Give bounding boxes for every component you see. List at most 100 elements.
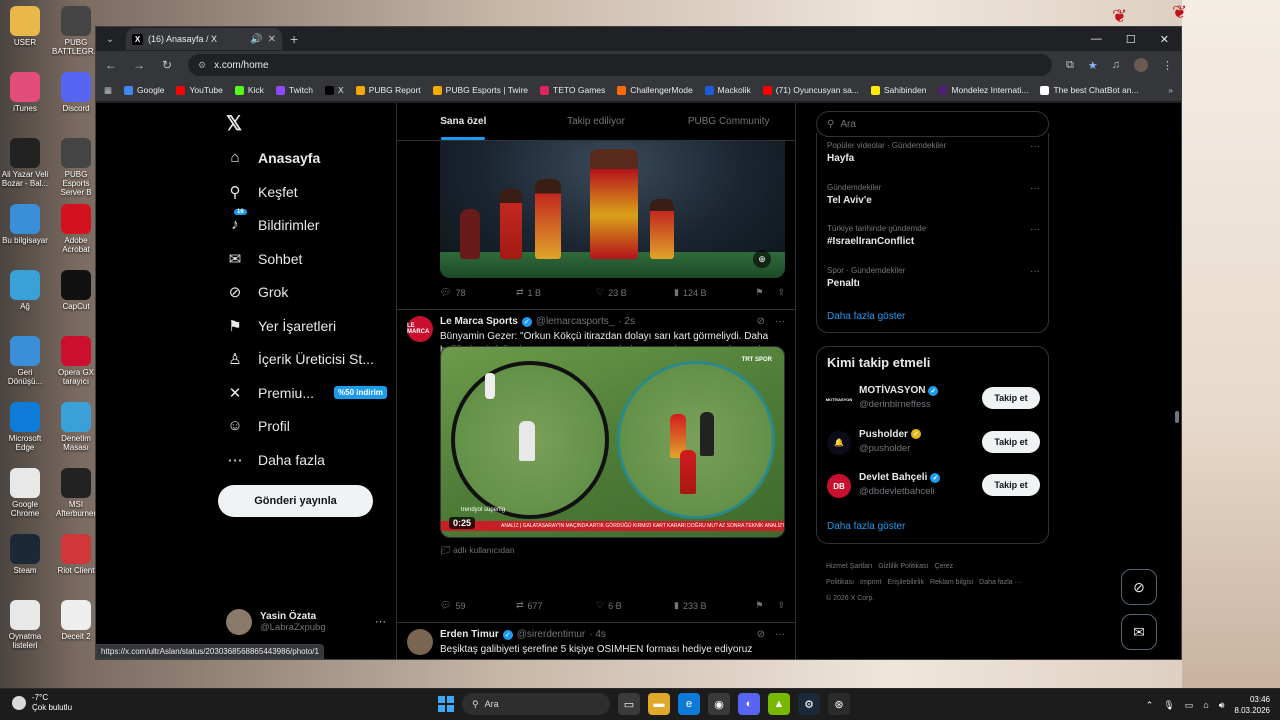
tweet-author-name[interactable]: Erden Timur bbox=[440, 629, 499, 640]
footer-link[interactable]: Reklam bilgisi bbox=[930, 579, 973, 586]
tab-x-home[interactable]: X (16) Anasayfa / X 🔊 ✕ bbox=[126, 28, 282, 50]
chevron-up-icon[interactable]: ⌃ bbox=[1146, 700, 1154, 711]
bookmark-item[interactable]: PUBG Report bbox=[355, 85, 421, 95]
weather-widget[interactable]: -7°C Çok bulutlu bbox=[12, 693, 72, 713]
desktop-icon[interactable]: Adobe Acrobat bbox=[52, 204, 100, 254]
desktop-icon[interactable]: Discord bbox=[52, 72, 100, 113]
footer-link[interactable]: Gizlilik Politikası bbox=[878, 563, 928, 570]
forward-button[interactable]: → bbox=[132, 58, 146, 72]
task-view-icon[interactable]: ▭ bbox=[618, 693, 640, 715]
bookmarks-overflow-icon[interactable]: » bbox=[1168, 85, 1173, 95]
nav-item-1[interactable]: ⌂ Anasayfa bbox=[226, 149, 320, 166]
bookmark-item[interactable]: Mackolik bbox=[704, 85, 751, 95]
footer-link[interactable]: Erişilebilirlik bbox=[887, 579, 924, 586]
steam-icon[interactable]: ⚙ bbox=[798, 693, 820, 715]
desktop-icon[interactable]: Riot Client bbox=[52, 534, 100, 575]
back-button[interactable]: ← bbox=[104, 58, 118, 72]
more-icon[interactable]: ··· bbox=[1030, 266, 1040, 277]
like-button[interactable]: ♡ 23 B bbox=[596, 287, 674, 298]
follow-button[interactable]: Takip et bbox=[982, 430, 1040, 453]
windows-start-icon[interactable] bbox=[438, 696, 454, 712]
bookmark-item[interactable]: ChallengerMode bbox=[617, 85, 693, 95]
apps-grid-icon[interactable]: ▦ bbox=[104, 85, 112, 96]
suggested-account[interactable]: MOTİVASYON MOTİVASYON ✓ @derinblrneffess Tak… bbox=[826, 385, 1040, 413]
follow-button[interactable]: Takip et bbox=[982, 474, 1040, 496]
menu-kebab-icon[interactable]: ⋮ bbox=[1162, 59, 1173, 72]
media-control-icon[interactable]: ♫ bbox=[1112, 59, 1120, 71]
desktop-icon[interactable]: Bu bilgisayar bbox=[1, 204, 49, 245]
footer-link[interactable]: Hizmet Şartları bbox=[826, 563, 872, 570]
repost-button[interactable]: ⇄ 677 bbox=[516, 600, 596, 611]
tab-for-you[interactable]: Sana özel bbox=[397, 103, 530, 140]
bookmark-item[interactable]: Kick bbox=[234, 85, 264, 95]
premium-discount-badge[interactable]: %50 indirim bbox=[334, 386, 387, 399]
post-button[interactable]: Gönderi yayınla bbox=[218, 485, 373, 517]
reply-button[interactable]: 💬︎ 78 bbox=[440, 287, 516, 298]
more-icon[interactable]: ··· bbox=[1030, 183, 1040, 194]
clock[interactable]: 03:46 8.03.2026 bbox=[1234, 694, 1270, 716]
grok-icon[interactable]: ⊘ bbox=[757, 316, 765, 327]
address-bar[interactable]: ⚙ x.com/home bbox=[188, 54, 1053, 76]
reload-button[interactable]: ↻ bbox=[160, 58, 174, 72]
more-icon[interactable]: ··· bbox=[1030, 141, 1040, 152]
x-logo-icon[interactable]: 𝕏 bbox=[226, 111, 242, 136]
bookmark-item[interactable]: The best ChatBot an... bbox=[1040, 85, 1139, 95]
bookmark-item[interactable]: X bbox=[325, 85, 344, 95]
avatar[interactable] bbox=[407, 629, 433, 655]
grok-fab-button[interactable]: ⊘ bbox=[1121, 569, 1157, 605]
tab-pubg-community[interactable]: PUBG Community bbox=[662, 103, 795, 140]
show-more-trends-link[interactable]: Daha fazla göster bbox=[827, 311, 905, 322]
tab-search-icon[interactable]: ⌄ bbox=[102, 31, 118, 47]
app-icon[interactable]: ⊛ bbox=[828, 693, 850, 715]
avatar[interactable]: 🔔 bbox=[827, 430, 851, 455]
speaker-icon[interactable]: 🔊 bbox=[250, 34, 262, 45]
more-icon[interactable]: ··· bbox=[375, 616, 386, 628]
bookmark-icon[interactable]: ⚑ bbox=[755, 600, 763, 611]
desktop-icon[interactable]: MSI Afterburner bbox=[52, 468, 100, 518]
volume-icon[interactable]: 🔊︎ bbox=[1219, 700, 1225, 711]
display-icon[interactable]: ▭ bbox=[1185, 700, 1194, 711]
from-user-label[interactable]: 📁︎ adlı kullanıcıdan bbox=[440, 545, 515, 556]
bookmark-item[interactable]: (71) Oyuncusyan sa... bbox=[762, 85, 859, 95]
more-icon[interactable]: ··· bbox=[775, 316, 785, 327]
desktop-icon[interactable]: iTunes bbox=[1, 72, 49, 113]
desktop-icon[interactable]: Steam bbox=[1, 534, 49, 575]
site-info-icon[interactable]: ⚙ bbox=[198, 60, 206, 71]
desktop-icon[interactable]: Oynatma listeleri bbox=[1, 600, 49, 650]
nav-item-5[interactable]: ⊘ Grok bbox=[226, 283, 289, 301]
maximize-button[interactable]: ☐ bbox=[1126, 33, 1136, 46]
bookmark-item[interactable]: TETO Games bbox=[540, 85, 605, 95]
new-tab-button[interactable]: + bbox=[290, 31, 298, 47]
file-explorer-icon[interactable]: ▬ bbox=[648, 693, 670, 715]
taskbar-search-input[interactable]: ⚲ Ara bbox=[462, 693, 610, 715]
bookmark-star-icon[interactable]: ★ bbox=[1088, 59, 1098, 72]
scrollbar-thumb[interactable] bbox=[1175, 411, 1179, 423]
avatar[interactable]: DB bbox=[827, 474, 851, 498]
tab-following[interactable]: Takip ediliyor bbox=[530, 103, 663, 140]
nav-item-9[interactable]: ☺ Profil bbox=[226, 417, 290, 434]
install-app-icon[interactable]: ⧉ bbox=[1066, 59, 1074, 72]
close-window-button[interactable]: ✕ bbox=[1160, 33, 1169, 46]
nvidia-icon[interactable]: ▲ bbox=[768, 693, 790, 715]
more-icon[interactable]: ··· bbox=[1030, 224, 1040, 235]
share-icon[interactable]: ⇪ bbox=[777, 287, 785, 298]
messages-fab-button[interactable]: ✉ bbox=[1121, 614, 1157, 650]
microphone-icon[interactable]: 🎙︎ bbox=[1163, 700, 1174, 711]
nav-item-7[interactable]: ♙ İçerik Üreticisi St... bbox=[226, 350, 374, 368]
bookmark-item[interactable]: Mondelez Internati... bbox=[938, 85, 1028, 95]
tweet-time[interactable]: · 2s bbox=[618, 316, 635, 327]
tweet-video[interactable]: TRT SPOR trendyol süperlig ANALİZ | GALA… bbox=[440, 346, 785, 538]
network-icon[interactable]: ⌂ bbox=[1203, 700, 1208, 710]
desktop-icon[interactable]: Opera GX tarayıcı bbox=[52, 336, 100, 386]
avatar[interactable]: MOTİVASYON bbox=[826, 387, 852, 411]
nav-item-3[interactable]: ♪ 16 Bildirimler bbox=[226, 209, 319, 233]
desktop-icon[interactable]: CapCut bbox=[52, 270, 100, 311]
like-button[interactable]: ♡ 6 B bbox=[596, 600, 674, 611]
reply-button[interactable]: 💬︎ 59 bbox=[440, 600, 516, 611]
bookmark-item[interactable]: PUBG Esports | Twire bbox=[432, 85, 528, 95]
repost-button[interactable]: ⇄ 1 B bbox=[516, 287, 596, 298]
show-more-follow-link[interactable]: Daha fazla göster bbox=[827, 521, 905, 532]
follow-button[interactable]: Takip et bbox=[982, 387, 1040, 409]
desktop-icon[interactable]: Google Chrome bbox=[1, 468, 49, 518]
trend-item[interactable]: Spor · Gündemdekiler Penaltı ··· bbox=[827, 266, 1040, 289]
